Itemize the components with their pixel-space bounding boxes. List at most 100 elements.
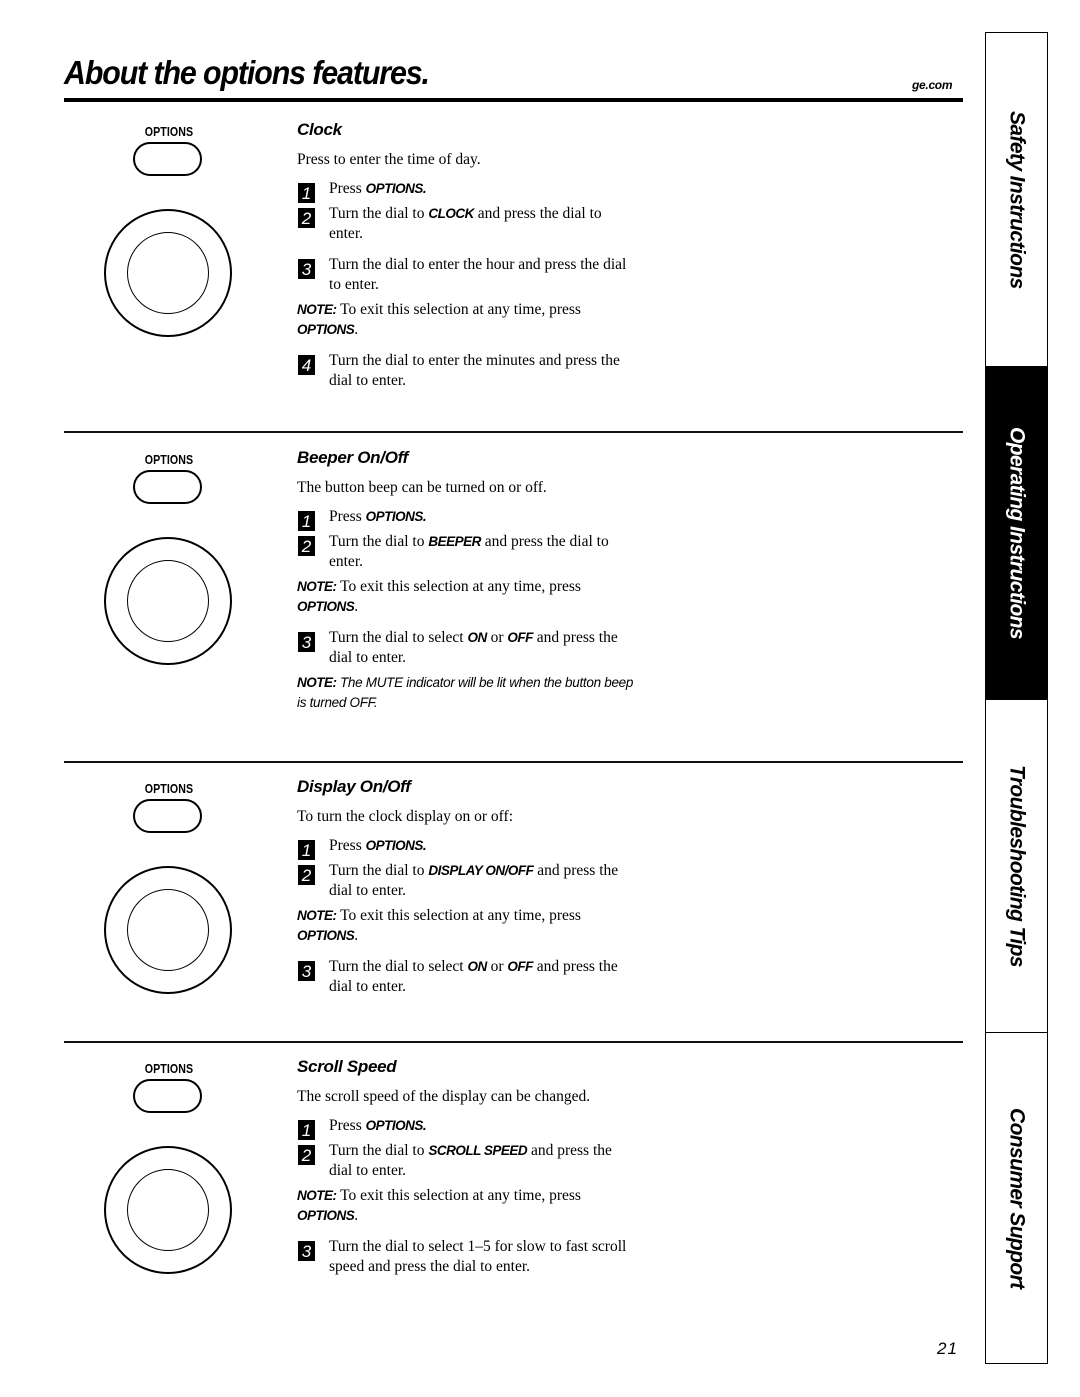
- tab-safety-instructions[interactable]: Safety Instructions: [986, 33, 1047, 366]
- tab-label: Consumer Support: [1005, 1107, 1029, 1289]
- section-heading: Display On/Off: [297, 777, 411, 796]
- keyword: OPTIONS.: [365, 509, 427, 524]
- step-number-badge: 3: [298, 1240, 315, 1261]
- dial-icon: [104, 866, 232, 994]
- step-item: 2 Turn the dial to CLOCK and press the di…: [297, 204, 637, 245]
- step-number-badge: 1: [298, 840, 315, 860]
- tab-label: Safety Instructions: [1005, 110, 1029, 289]
- note-text: NOTE: To exit this selection at any time…: [297, 577, 581, 616]
- side-tabs: Safety Instructions Operating Instructio…: [985, 32, 1048, 1364]
- section-intro: To turn the clock display on or off:: [297, 808, 514, 825]
- dial-center-icon: [127, 889, 209, 971]
- keyword: BEEPER: [428, 533, 481, 549]
- keyword: OFF: [507, 958, 533, 974]
- step-number-badge: 3: [298, 960, 315, 981]
- tab-operating-instructions[interactable]: Operating Instructions: [986, 366, 1047, 699]
- step-item: 2 Turn the dial to DISPLAY ON/OFF and pre…: [297, 861, 637, 902]
- options-key-label: OPTIONS: [144, 1062, 194, 1076]
- section-heading: Beeper On/Off: [297, 448, 409, 467]
- note-label: NOTE:: [297, 1187, 337, 1203]
- keyword: OPTIONS: [297, 928, 355, 943]
- step-number-badge: 1: [298, 183, 315, 203]
- step-item: 1 Press OPTIONS.: [297, 1116, 637, 1140]
- dial-icon: [104, 209, 232, 337]
- section-intro: Press to enter the time of day.: [297, 151, 481, 168]
- step-number-badge: 3: [298, 631, 315, 652]
- keyword: OPTIONS.: [365, 1118, 427, 1133]
- section-content: Clock Press to enter the time of day. 1 Pre…: [297, 120, 637, 392]
- title-rule: [64, 98, 963, 102]
- step-item: 1 Press OPTIONS.: [297, 836, 637, 860]
- step-number-badge: 3: [298, 258, 315, 279]
- note-label: NOTE:: [297, 674, 337, 690]
- section-divider: [64, 431, 963, 433]
- section-heading: Scroll Speed: [297, 1057, 397, 1076]
- keyword: OPTIONS.: [365, 181, 427, 196]
- tab-consumer-support[interactable]: Consumer Support: [986, 1032, 1047, 1363]
- note-text: NOTE: To exit this selection at any time…: [297, 906, 581, 945]
- step-item: 3 Turn the dial to select ON or OFF and p…: [297, 628, 637, 669]
- step-item: 1 Press OPTIONS.: [297, 179, 637, 203]
- note-label: NOTE:: [297, 907, 337, 923]
- tab-troubleshooting-tips[interactable]: Troubleshooting Tips: [986, 699, 1047, 1032]
- section-intro: The button beep can be turned on or off.: [297, 479, 547, 496]
- section-content: Scroll Speed The scroll speed of the disp…: [297, 1057, 637, 1278]
- step-number-badge: 2: [298, 864, 315, 885]
- section-divider: [64, 1041, 963, 1043]
- dial-center-icon: [127, 560, 209, 642]
- keyword: OPTIONS: [297, 599, 355, 614]
- step-item: 4 Turn the dial to enter the minutes and …: [297, 351, 637, 392]
- note-text: NOTE: To exit this selection at any time…: [297, 1186, 581, 1225]
- tab-label: Troubleshooting Tips: [1005, 765, 1029, 967]
- step-item: 3 Turn the dial to select ON or OFF and p…: [297, 957, 637, 998]
- step-number-badge: 1: [298, 1120, 315, 1140]
- step-item: 3 Turn the dial to enter the hour and pre…: [297, 255, 637, 296]
- options-key-icon: [133, 799, 202, 833]
- keyword: CLOCK: [428, 205, 474, 221]
- options-key-icon: [133, 142, 202, 176]
- note-label: NOTE:: [297, 578, 337, 594]
- keyword: SCROLL SPEED: [428, 1142, 528, 1158]
- site-link[interactable]: ge.com: [912, 78, 953, 92]
- step-item: 3 Turn the dial to select 1–5 for slow to…: [297, 1237, 637, 1278]
- options-key-label: OPTIONS: [144, 453, 194, 467]
- note-text: NOTE: The MUTE indicator will be lit whe…: [297, 674, 634, 711]
- options-key-label: OPTIONS: [144, 125, 194, 139]
- note-text: NOTE: To exit this selection at any time…: [297, 300, 581, 339]
- keyword: OPTIONS.: [365, 838, 427, 853]
- keyword: OPTIONS: [297, 322, 355, 337]
- page-number: 21: [937, 1339, 958, 1358]
- step-number-badge: 1: [298, 511, 315, 531]
- step-number-badge: 2: [298, 207, 315, 228]
- dial-center-icon: [127, 1169, 209, 1251]
- section-intro: The scroll speed of the display can be c…: [297, 1088, 591, 1105]
- section-content: Beeper On/Off The button beep can be turn…: [297, 448, 637, 714]
- note-label: NOTE:: [297, 301, 337, 317]
- dial-icon: [104, 537, 232, 665]
- step-item: 2 Turn the dial to SCROLL SPEED and press…: [297, 1141, 637, 1182]
- section-heading: Clock: [297, 120, 342, 139]
- section-content: Display On/Off To turn the clock display …: [297, 777, 637, 998]
- options-key-label: OPTIONS: [144, 782, 194, 796]
- section-divider: [64, 761, 963, 763]
- keyword: OPTIONS: [297, 1208, 355, 1223]
- tab-label: Operating Instructions: [1005, 427, 1029, 639]
- step-item: 2 Turn the dial to BEEPER and press the d…: [297, 532, 637, 573]
- options-key-icon: [133, 1079, 202, 1113]
- options-key-icon: [133, 470, 202, 504]
- keyword: OFF: [507, 629, 533, 645]
- step-number-badge: 2: [298, 535, 315, 556]
- dial-icon: [104, 1146, 232, 1274]
- step-item: 1 Press OPTIONS.: [297, 507, 637, 531]
- step-number-badge: 4: [298, 354, 315, 375]
- keyword: DISPLAY ON/OFF: [428, 862, 534, 878]
- keyword: ON: [467, 958, 487, 974]
- step-number-badge: 2: [298, 1144, 315, 1165]
- dial-center-icon: [127, 232, 209, 314]
- page-title: About the options features.: [64, 54, 430, 91]
